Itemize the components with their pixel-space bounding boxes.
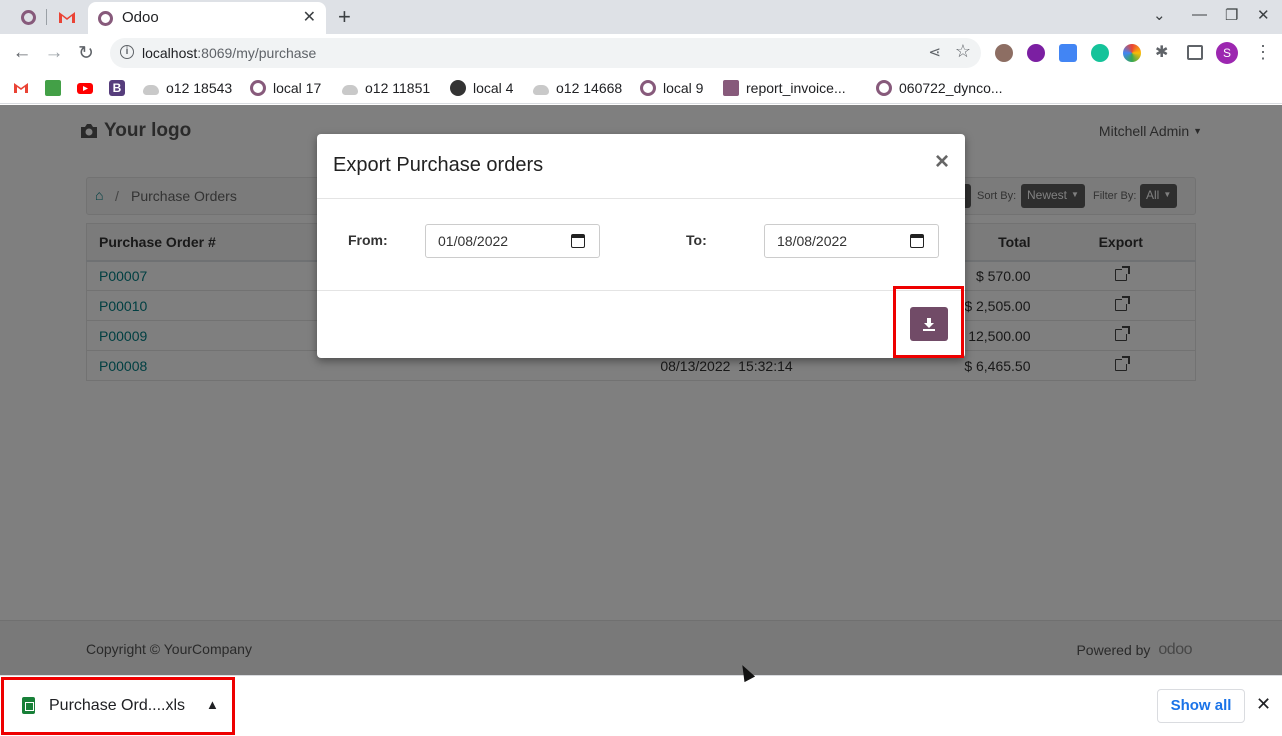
tab-title: Odoo (122, 9, 159, 26)
bookmark-bootstrap[interactable]: B (109, 78, 125, 98)
browser-tab-strip: Odoo ✕ + ⌄ — ❐ ✕ (0, 0, 1282, 34)
bootstrap-icon: B (109, 80, 125, 96)
browser-toolbar: ← → ↻ i localhost:8069/my/purchase ⋖ ☆ ✱… (0, 34, 1282, 72)
calendar-icon[interactable] (571, 234, 585, 248)
cloud-icon (143, 84, 159, 95)
from-date-value: 01/08/2022 (438, 233, 509, 249)
tab-search-chevron-icon[interactable]: ⌄ (1153, 6, 1166, 24)
odoo-ring-icon (876, 80, 892, 96)
bookmark-o12-18543[interactable]: o12 18543 (143, 78, 232, 98)
youtube-icon (77, 83, 93, 94)
site-info-icon[interactable]: i (120, 45, 134, 59)
url-text[interactable]: localhost:8069/my/purchase (142, 45, 316, 61)
to-label: To: (686, 232, 707, 248)
download-icon (923, 318, 935, 331)
calendar-icon[interactable] (910, 234, 924, 248)
browser-tab-active[interactable]: Odoo ✕ (88, 2, 326, 34)
browser-menu-icon[interactable]: ⋮ (1254, 42, 1272, 63)
bookmark-local-17[interactable]: local 17 (250, 78, 321, 98)
show-all-downloads-button[interactable]: Show all (1157, 689, 1245, 723)
bookmark-thumbs-up[interactable] (45, 78, 61, 98)
address-bar[interactable]: i localhost:8069/my/purchase ⋖ ☆ (110, 38, 981, 68)
spreadsheet-file-icon (22, 697, 35, 714)
modal-body: From: 01/08/2022 To: 18/08/2022 (317, 199, 965, 291)
back-icon[interactable]: ← (10, 42, 34, 64)
portal-page: Your logo Mitchell Admin ▼ ⌂ / Purchase … (0, 105, 1282, 675)
odoo-square-icon (723, 80, 739, 96)
odoo-ring-icon (250, 80, 266, 96)
gmail-tab-icon[interactable] (58, 8, 76, 26)
odoo-tab-icon[interactable] (19, 8, 37, 26)
cloud-icon (342, 84, 358, 95)
close-icon[interactable]: × (935, 150, 949, 174)
extension-icon-2[interactable] (1027, 44, 1045, 62)
download-button[interactable] (910, 307, 948, 341)
close-shelf-icon[interactable]: ✕ (1256, 694, 1271, 715)
thumbs-up-icon (45, 80, 61, 96)
to-date-value: 18/08/2022 (777, 233, 848, 249)
restore-icon[interactable]: ❐ (1225, 6, 1238, 24)
bookmark-report-invoice[interactable]: report_invoice... (723, 78, 846, 98)
minimize-icon[interactable]: — (1192, 6, 1207, 23)
bookmark-youtube[interactable] (77, 78, 93, 98)
bookmark-o12-11851[interactable]: o12 11851 (342, 78, 430, 98)
bookmark-gmail[interactable] (13, 78, 29, 98)
tab-separator (46, 9, 47, 25)
forward-icon[interactable]: → (42, 42, 66, 64)
bookmark-local-4[interactable]: local 4 (450, 78, 513, 98)
from-date-input[interactable]: 01/08/2022 (425, 224, 600, 258)
share-icon[interactable]: ⋖ (928, 43, 941, 61)
side-panel-icon[interactable] (1187, 45, 1203, 60)
modal-title: Export Purchase orders (333, 154, 544, 176)
cloud-icon (533, 84, 549, 95)
translate-extension-icon[interactable] (1059, 44, 1077, 62)
downloaded-file-name: Purchase Ord....xls (49, 697, 186, 714)
color-picker-extension-icon[interactable] (1123, 44, 1141, 62)
globe-icon (450, 80, 466, 96)
profile-avatar[interactable]: S (1216, 42, 1238, 64)
bookmark-local-9[interactable]: local 9 (640, 78, 703, 98)
extension-icon-1[interactable] (995, 44, 1013, 62)
chevron-up-icon[interactable]: ▲ (206, 697, 219, 712)
downloaded-file-item[interactable]: Purchase Ord....xls ▲ (10, 686, 226, 726)
bookmark-o12-14668[interactable]: o12 14668 (533, 78, 622, 98)
odoo-favicon-icon (98, 11, 113, 26)
close-window-icon[interactable]: ✕ (1257, 6, 1270, 24)
bookmark-060722-dynco[interactable]: 060722_dynco... (876, 78, 1003, 98)
bookmarks-bar: B o12 18543 local 17 o12 11851 local 4 o… (0, 72, 1282, 104)
grammarly-icon[interactable] (1091, 44, 1109, 62)
to-date-input[interactable]: 18/08/2022 (764, 224, 939, 258)
bookmark-star-icon[interactable]: ☆ (955, 41, 971, 62)
reload-icon[interactable]: ↻ (74, 42, 98, 65)
download-shelf: Purchase Ord....xls ▲ Show all ✕ (0, 675, 1282, 736)
extensions-puzzle-icon[interactable]: ✱ (1155, 42, 1173, 61)
odoo-ring-icon (640, 80, 656, 96)
export-modal: Export Purchase orders × From: 01/08/202… (317, 134, 965, 358)
from-label: From: (348, 232, 388, 248)
close-tab-icon[interactable]: ✕ (303, 7, 316, 27)
modal-header: Export Purchase orders × (317, 134, 965, 199)
new-tab-icon[interactable]: + (338, 4, 351, 30)
gmail-icon (14, 83, 28, 93)
